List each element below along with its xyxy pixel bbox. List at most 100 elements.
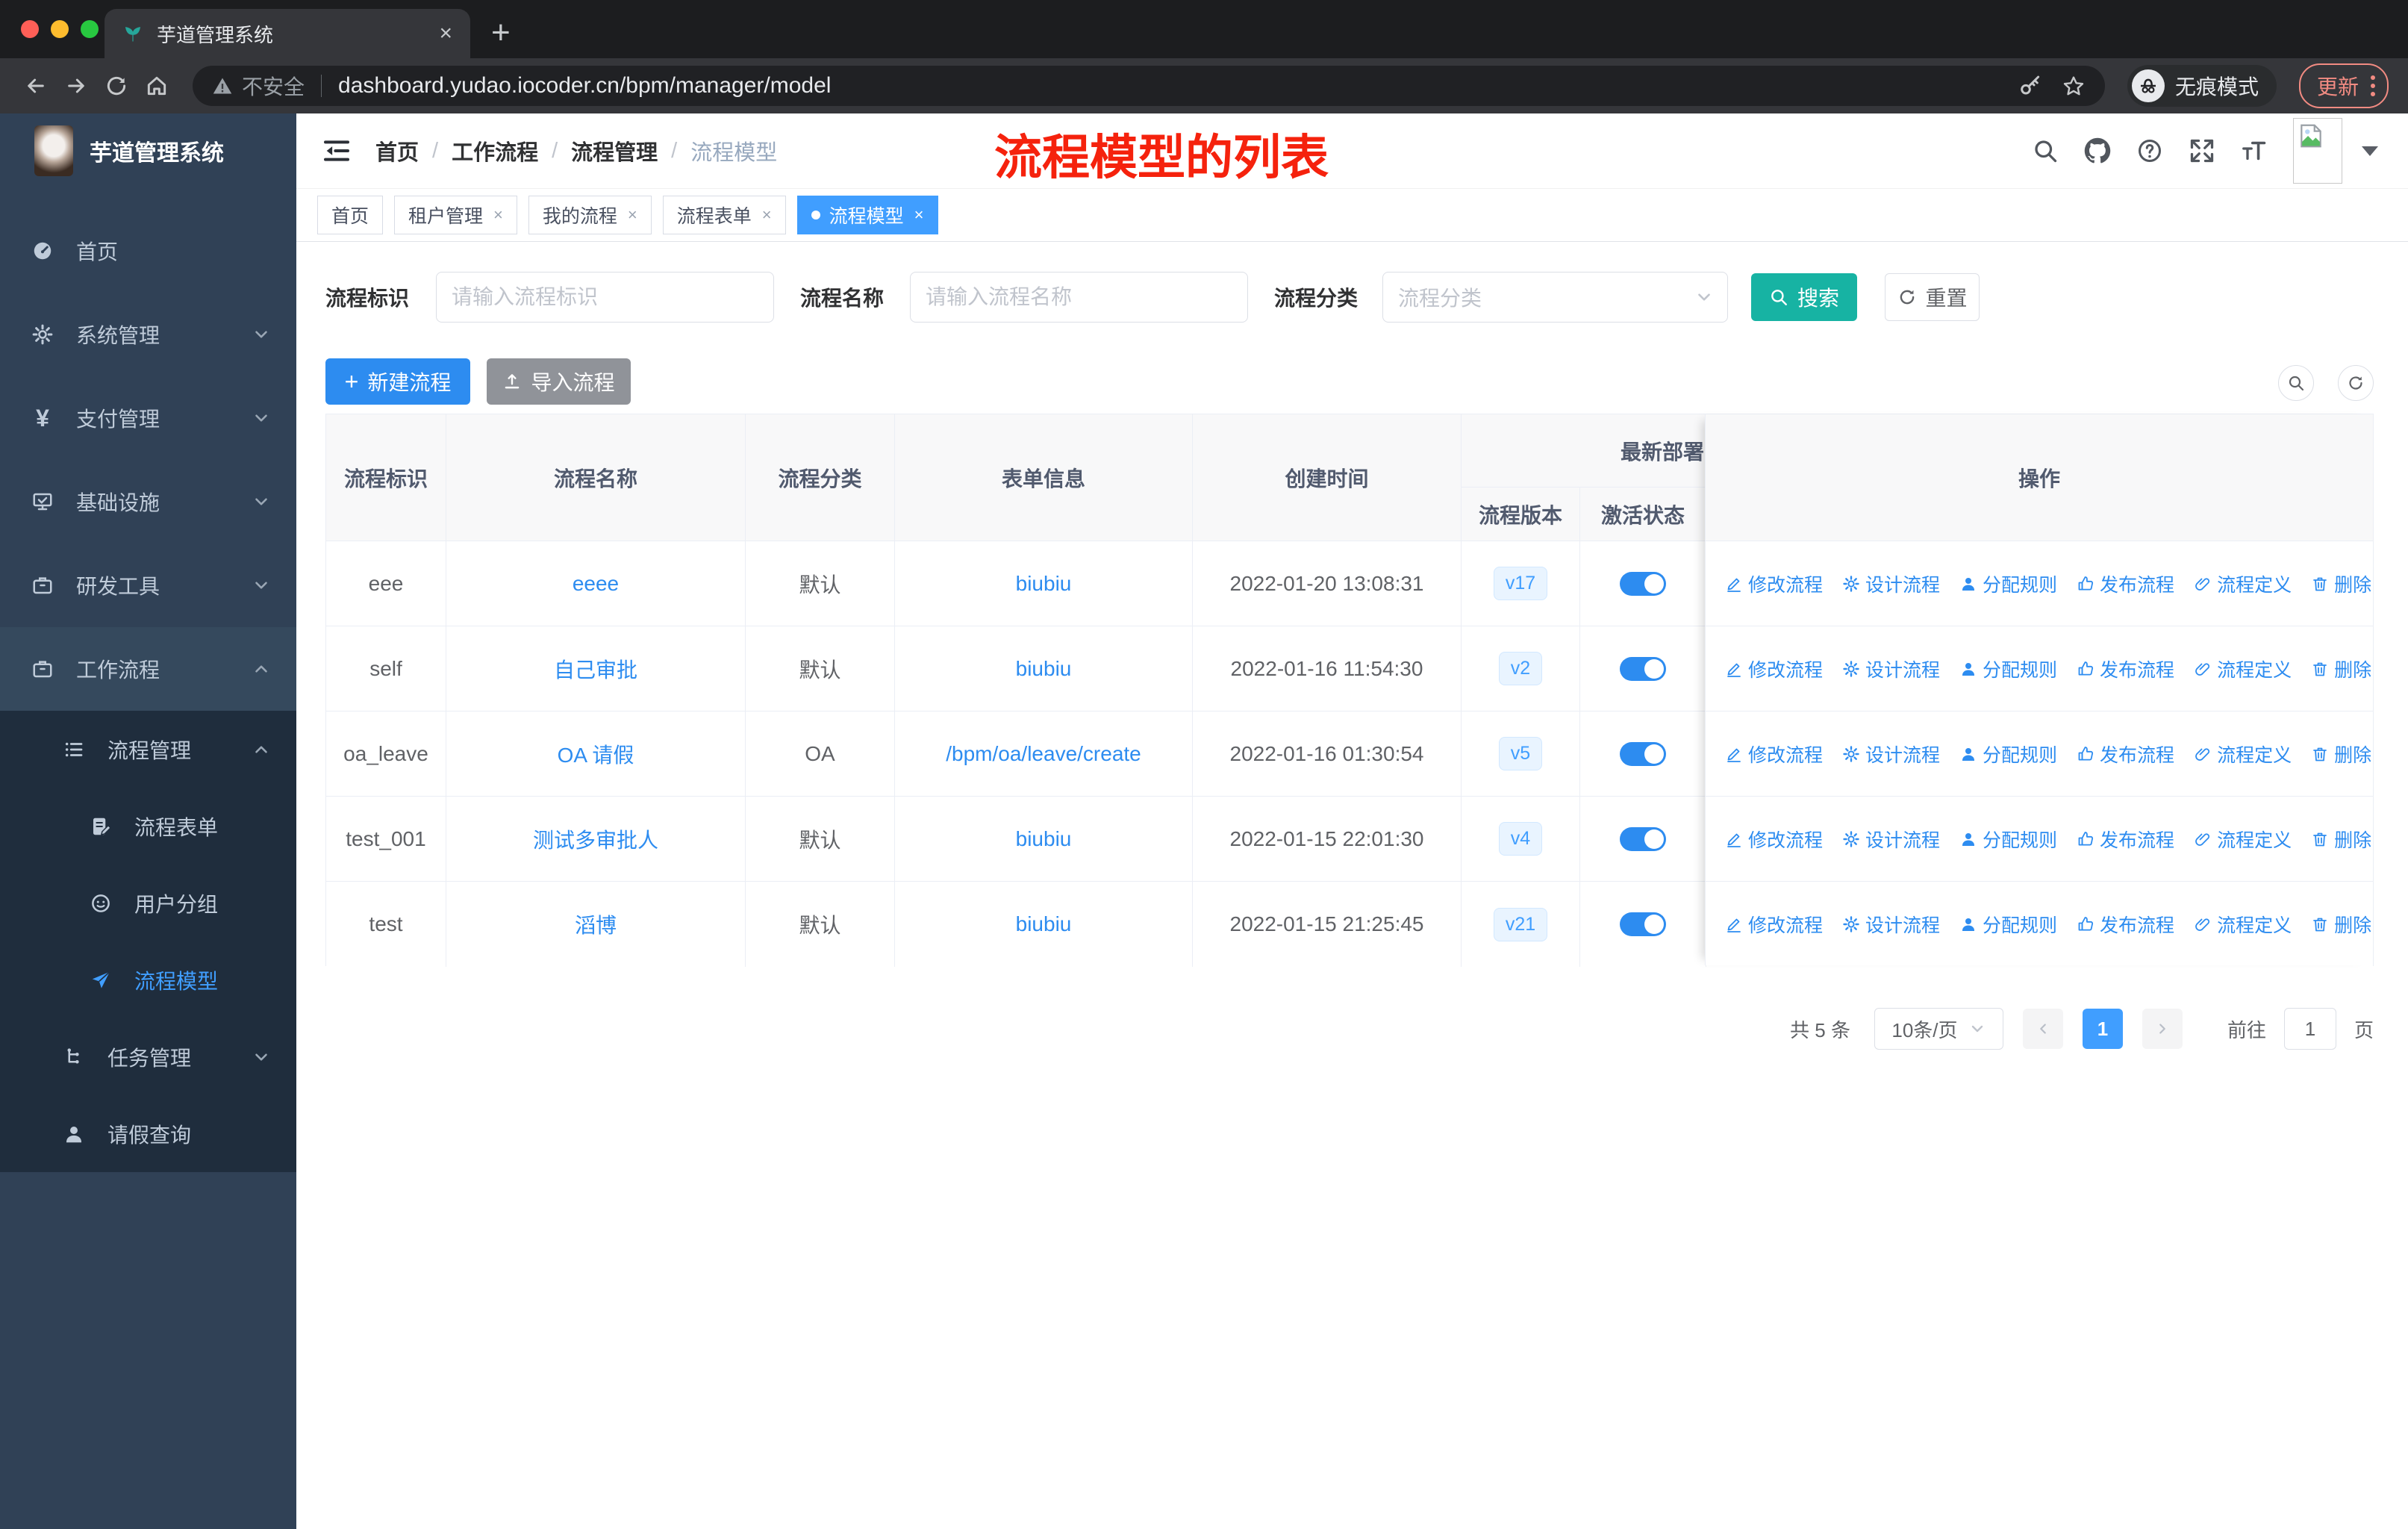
- font-size-icon[interactable]: [2241, 137, 2268, 164]
- process-name-link[interactable]: eeee: [573, 572, 619, 596]
- version-badge[interactable]: v2: [1498, 652, 1543, 685]
- assign-rule-link[interactable]: 分配规则: [1959, 741, 2057, 767]
- create-process-button[interactable]: + 新建流程: [325, 358, 470, 405]
- process-name-link[interactable]: 滔博: [575, 909, 617, 939]
- assign-rule-link[interactable]: 分配规则: [1959, 570, 2057, 597]
- delete-process-link[interactable]: 删除: [2311, 826, 2371, 853]
- page-size-select[interactable]: 10条/页: [1874, 1008, 2003, 1050]
- next-page-button[interactable]: [2142, 1009, 2183, 1049]
- process-name-link[interactable]: 自己审批: [554, 654, 637, 684]
- active-status-toggle[interactable]: [1620, 912, 1666, 936]
- publish-process-link[interactable]: 发布流程: [2077, 741, 2174, 767]
- address-bar[interactable]: 不安全 dashboard.yudao.iocoder.cn/bpm/manag…: [193, 66, 2105, 106]
- process-definition-link[interactable]: 流程定义: [2194, 741, 2292, 767]
- delete-process-link[interactable]: 删除: [2311, 741, 2371, 767]
- form-info-link[interactable]: biubiu: [1016, 572, 1072, 596]
- sidebar-item-workflow[interactable]: 工作流程: [0, 627, 296, 711]
- design-process-link[interactable]: 设计流程: [1842, 741, 1940, 767]
- active-status-toggle[interactable]: [1620, 826, 1666, 851]
- version-badge[interactable]: v21: [1493, 907, 1548, 941]
- tag-process-model[interactable]: 流程模型 ×: [796, 196, 938, 234]
- sidebar-item-process-model[interactable]: 流程模型: [0, 941, 296, 1018]
- publish-process-link[interactable]: 发布流程: [2077, 570, 2174, 597]
- tag-close-icon[interactable]: ×: [762, 205, 772, 225]
- sidebar-fold-icon[interactable]: [322, 136, 352, 166]
- sidebar-item-process-management[interactable]: 流程管理: [0, 711, 296, 788]
- search-icon[interactable]: [2032, 137, 2059, 164]
- delete-process-link[interactable]: 删除: [2311, 570, 2371, 597]
- sidebar-item-devtools[interactable]: 研发工具: [0, 544, 296, 627]
- breadcrumb-item[interactable]: 工作流程: [452, 135, 538, 166]
- process-id-input[interactable]: [436, 272, 775, 323]
- tag-close-icon[interactable]: ×: [628, 205, 637, 225]
- version-badge[interactable]: v5: [1498, 737, 1543, 770]
- process-category-select[interactable]: 流程分类: [1382, 272, 1729, 323]
- back-button[interactable]: [19, 69, 52, 102]
- active-status-toggle[interactable]: [1620, 571, 1666, 596]
- assign-rule-link[interactable]: 分配规则: [1959, 911, 2057, 938]
- toggle-search-button[interactable]: [2278, 365, 2314, 401]
- sidebar-item-process-form[interactable]: 流程表单: [0, 788, 296, 865]
- delete-process-link[interactable]: 删除: [2311, 655, 2371, 682]
- process-name-link[interactable]: OA 请假: [558, 739, 634, 769]
- publish-process-link[interactable]: 发布流程: [2077, 911, 2174, 938]
- forward-button[interactable]: [60, 69, 93, 102]
- edit-process-link[interactable]: 修改流程: [1725, 570, 1823, 597]
- edit-process-link[interactable]: 修改流程: [1725, 655, 1823, 682]
- sidebar-item-task-management[interactable]: 任务管理: [0, 1018, 296, 1095]
- sidebar-logo[interactable]: 芋道管理系统: [0, 113, 296, 188]
- sidebar-item-infra[interactable]: 基础设施: [0, 460, 296, 544]
- reload-button[interactable]: [100, 69, 133, 102]
- design-process-link[interactable]: 设计流程: [1842, 570, 1940, 597]
- tag-home[interactable]: 首页: [317, 196, 384, 234]
- fullscreen-icon[interactable]: [2189, 137, 2215, 164]
- process-definition-link[interactable]: 流程定义: [2194, 570, 2292, 597]
- tag-my-process[interactable]: 我的流程 ×: [528, 196, 652, 234]
- edit-process-link[interactable]: 修改流程: [1725, 911, 1823, 938]
- assign-rule-link[interactable]: 分配规则: [1959, 826, 2057, 853]
- window-maximize-button[interactable]: [81, 20, 99, 38]
- design-process-link[interactable]: 设计流程: [1842, 826, 1940, 853]
- sidebar-item-payment[interactable]: ¥ 支付管理: [0, 376, 296, 460]
- edit-process-link[interactable]: 修改流程: [1725, 826, 1823, 853]
- new-tab-button[interactable]: +: [491, 16, 511, 49]
- sidebar-item-leave-query[interactable]: 请假查询: [0, 1095, 296, 1172]
- process-definition-link[interactable]: 流程定义: [2194, 655, 2292, 682]
- version-badge[interactable]: v17: [1493, 567, 1548, 600]
- help-icon[interactable]: [2136, 137, 2163, 164]
- design-process-link[interactable]: 设计流程: [1842, 911, 1940, 938]
- form-info-link[interactable]: biubiu: [1016, 827, 1072, 851]
- security-label[interactable]: 不安全: [242, 71, 305, 101]
- browser-tab[interactable]: 芋道管理系统 ×: [105, 9, 470, 58]
- process-name-input[interactable]: [910, 272, 1249, 323]
- form-info-link[interactable]: biubiu: [1016, 657, 1072, 681]
- publish-process-link[interactable]: 发布流程: [2077, 826, 2174, 853]
- search-button[interactable]: 搜索: [1751, 273, 1858, 321]
- reset-button[interactable]: 重置: [1885, 273, 1980, 321]
- prev-page-button[interactable]: [2022, 1009, 2063, 1049]
- sidebar-item-user-group[interactable]: 用户分组: [0, 865, 296, 941]
- assign-rule-link[interactable]: 分配规则: [1959, 655, 2057, 682]
- window-close-button[interactable]: [21, 20, 39, 38]
- url-text[interactable]: dashboard.yudao.iocoder.cn/bpm/manager/m…: [338, 73, 1999, 99]
- process-name-link[interactable]: 测试多审批人: [533, 824, 658, 854]
- form-info-link[interactable]: /bpm/oa/leave/create: [946, 742, 1141, 766]
- current-page-button[interactable]: 1: [2082, 1009, 2123, 1049]
- tab-close-icon[interactable]: ×: [439, 22, 452, 45]
- version-badge[interactable]: v4: [1498, 822, 1543, 856]
- refresh-table-button[interactable]: [2338, 365, 2374, 401]
- window-minimize-button[interactable]: [51, 20, 69, 38]
- github-icon[interactable]: [2084, 137, 2111, 164]
- browser-update-button[interactable]: 更新: [2298, 63, 2389, 108]
- publish-process-link[interactable]: 发布流程: [2077, 655, 2174, 682]
- avatar-caret-down-icon[interactable]: [2362, 146, 2378, 156]
- sidebar-item-system[interactable]: 系统管理: [0, 293, 296, 376]
- design-process-link[interactable]: 设计流程: [1842, 655, 1940, 682]
- process-definition-link[interactable]: 流程定义: [2194, 911, 2292, 938]
- bookmark-star-icon[interactable]: [2062, 74, 2086, 98]
- tag-tenant[interactable]: 租户管理 ×: [394, 196, 517, 234]
- tag-close-icon[interactable]: ×: [493, 205, 503, 225]
- process-definition-link[interactable]: 流程定义: [2194, 826, 2292, 853]
- breadcrumb-item[interactable]: 首页: [375, 135, 419, 166]
- form-info-link[interactable]: biubiu: [1016, 912, 1072, 936]
